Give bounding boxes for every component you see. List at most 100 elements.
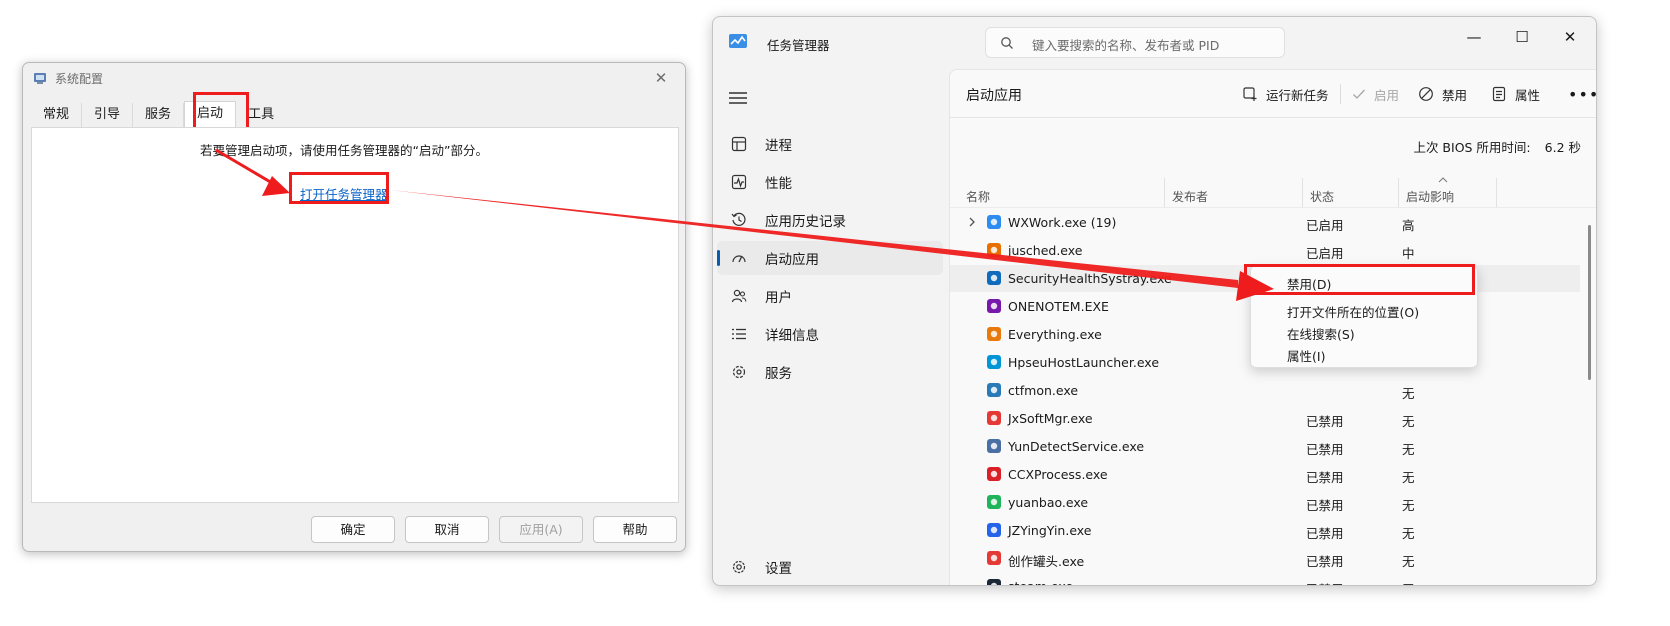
vertical-scrollbar[interactable]: [1588, 225, 1591, 380]
jzyingyin-icon: [987, 523, 1001, 537]
startup-apps-icon: [732, 255, 746, 263]
table-header-border: [950, 207, 1596, 208]
app-status: 已禁用: [1306, 470, 1344, 485]
users-icon: [731, 289, 747, 303]
hamburger-menu-icon[interactable]: [729, 91, 747, 105]
nav-item-services[interactable]: 服务: [717, 355, 943, 389]
bios-time-value: 6.2 秒: [1544, 140, 1581, 155]
app-name: SecurityHealthSystray.exe: [1008, 271, 1172, 286]
nav-item-details[interactable]: 详细信息: [717, 317, 943, 351]
context-menu-search-online[interactable]: 在线搜索(S): [1287, 324, 1355, 343]
system-config-titlebar: 系统配置: [23, 63, 685, 93]
chevron-right-icon[interactable]: [968, 216, 976, 228]
column-divider[interactable]: [1496, 178, 1497, 208]
wxwork-icon: [987, 215, 1001, 229]
app-name: CCXProcess.exe: [1008, 467, 1108, 482]
app-impact: 无: [1402, 579, 1415, 585]
yundetect-icon: [987, 439, 1001, 453]
table-row[interactable]: steam.exe 已禁用 无: [950, 573, 1580, 585]
app-status: 已禁用: [1306, 579, 1344, 585]
search-input[interactable]: 键入要搜索的名称、发布者或 PID: [985, 27, 1285, 58]
ctfmon-icon: [987, 383, 1001, 397]
nav-item-processes[interactable]: 进程: [717, 127, 943, 161]
tab-general[interactable]: 常规: [31, 103, 83, 127]
nav-item-app-history[interactable]: 应用历史记录: [717, 203, 943, 237]
close-icon[interactable]: ✕: [651, 68, 671, 88]
app-impact: 中: [1402, 246, 1415, 261]
ok-button[interactable]: 确定: [311, 516, 395, 543]
table-row[interactable]: 创作罐头.exe 已禁用 无: [950, 545, 1580, 572]
startup-tab-panel: 若要管理启动项，请使用任务管理器的“启动”部分。 打开任务管理器: [31, 127, 679, 503]
nav-label-startup-apps: 启动应用: [765, 252, 819, 268]
context-menu-open-file-location[interactable]: 打开文件所在的位置(O): [1287, 302, 1419, 321]
table-row[interactable]: yuanbao.exe 已禁用 无: [950, 489, 1580, 516]
search-placeholder: 键入要搜索的名称、发布者或 PID: [1032, 38, 1220, 53]
table-row[interactable]: YunDetectService.exe 已禁用 无: [950, 433, 1580, 460]
nav-item-startup-apps[interactable]: 启动应用: [717, 241, 943, 275]
table-row[interactable]: JxSoftMgr.exe 已禁用 无: [950, 405, 1580, 432]
more-options-icon[interactable]: •••: [1568, 82, 1596, 106]
column-header-publisher[interactable]: 发布者: [1172, 188, 1208, 205]
services-icon: [732, 365, 746, 379]
app-name: Everything.exe: [1008, 327, 1102, 342]
nav-label-services: 服务: [765, 366, 792, 382]
nav-item-performance[interactable]: 性能: [717, 165, 943, 199]
gear-icon: [732, 560, 746, 574]
system-config-app-icon: [34, 73, 46, 84]
window-close-button[interactable]: ✕: [1550, 22, 1590, 52]
page-title: 启动应用: [966, 88, 1022, 104]
task-manager-title: 任务管理器: [767, 38, 830, 53]
steam-icon: [987, 579, 1001, 585]
app-impact: 无: [1402, 414, 1415, 429]
enable-button[interactable]: 启用: [1352, 82, 1399, 106]
cancel-button[interactable]: 取消: [405, 516, 489, 543]
table-row[interactable]: JZYingYin.exe 已禁用 无: [950, 517, 1580, 544]
apply-button[interactable]: 应用(A): [499, 516, 583, 543]
app-impact: 无: [1402, 554, 1415, 569]
app-status: 已禁用: [1306, 414, 1344, 429]
tab-services[interactable]: 服务: [133, 103, 185, 127]
nav-label-users: 用户: [765, 290, 792, 306]
table-row[interactable]: ctfmon.exe 无: [950, 377, 1580, 404]
column-header-status[interactable]: 状态: [1310, 188, 1334, 205]
maximize-button[interactable]: ☐: [1502, 22, 1542, 52]
help-button[interactable]: 帮助: [593, 516, 677, 543]
onenote-icon: [987, 299, 1001, 313]
bios-time: 上次 BIOS 所用时间: 6.2 秒: [1413, 137, 1581, 156]
run-new-task-icon: [1243, 87, 1257, 101]
open-task-manager-highlight-box: [289, 172, 389, 204]
column-divider[interactable]: [1302, 178, 1303, 208]
disable-button[interactable]: 禁用: [1418, 82, 1467, 106]
run-new-task-label: 运行新任务: [1266, 87, 1329, 103]
table-row[interactable]: CCXProcess.exe 已禁用 无: [950, 461, 1580, 488]
everything-search-icon: [987, 327, 1001, 341]
column-header-name[interactable]: 名称: [966, 188, 990, 205]
yuanbao-icon: [987, 495, 1001, 509]
properties-icon: [1492, 86, 1506, 102]
page-header: 启动应用 运行新任务 启用 禁用 属性 •••: [950, 70, 1596, 118]
minimize-button[interactable]: —: [1454, 22, 1494, 52]
performance-icon: [731, 174, 747, 190]
nav-item-settings[interactable]: 设置: [717, 552, 943, 582]
nav-item-users[interactable]: 用户: [717, 279, 943, 313]
app-name: JZYingYin.exe: [1008, 523, 1092, 538]
context-menu-properties[interactable]: 属性(I): [1287, 346, 1325, 365]
app-status: 已禁用: [1306, 442, 1344, 457]
dialog-buttons: 确定 取消 应用(A) 帮助: [311, 516, 677, 543]
column-divider[interactable]: [1164, 178, 1165, 208]
checkmark-icon: [1353, 89, 1365, 99]
table-row[interactable]: jusched.exe 已启用 中: [950, 237, 1580, 264]
disable-menu-highlight-box: [1244, 264, 1475, 295]
nav-label-settings: 设置: [765, 561, 792, 577]
task-manager-logo-icon: [729, 34, 747, 48]
properties-button[interactable]: 属性: [1491, 82, 1540, 106]
column-header-impact[interactable]: 启动影响: [1406, 188, 1454, 205]
app-name: steam.exe: [1008, 579, 1073, 585]
tab-boot[interactable]: 引导: [82, 103, 134, 127]
table-row[interactable]: WXWork.exe (19) 已启用 高: [950, 209, 1580, 236]
app-name: yuanbao.exe: [1008, 495, 1089, 510]
sort-caret-icon: [1438, 177, 1448, 183]
run-new-task-button[interactable]: 运行新任务: [1242, 82, 1329, 106]
column-divider[interactable]: [1398, 178, 1399, 208]
app-name: ctfmon.exe: [1008, 383, 1079, 398]
